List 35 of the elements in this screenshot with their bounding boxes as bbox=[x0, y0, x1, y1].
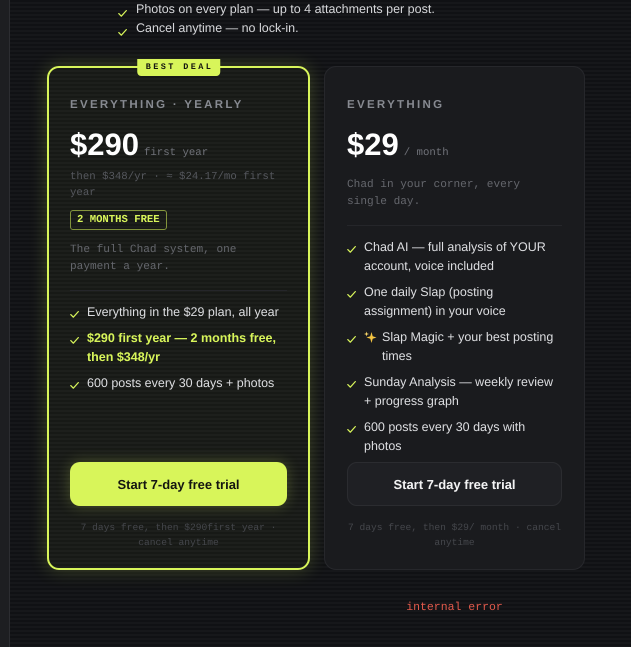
check-icon bbox=[347, 291, 356, 298]
best-deal-badge: BEST DEAL bbox=[136, 59, 220, 76]
trial-button[interactable]: Start 7-day free trial bbox=[347, 462, 562, 506]
price-period: / month bbox=[404, 147, 449, 159]
feature-text: One daily Slap (posting assignment) in your voice bbox=[364, 284, 507, 320]
feature-text: Chad AI — full analysis of YOUR account, voice included bbox=[364, 239, 547, 275]
feature-text: Slap Magic + your best posting times bbox=[382, 329, 554, 365]
feature-text: Everything in the $29 plan, all year bbox=[87, 304, 280, 321]
check-icon bbox=[118, 10, 127, 17]
feature-text: 600 posts every 30 days with photos bbox=[364, 419, 526, 455]
error-message: internal error bbox=[406, 601, 503, 615]
check-icon bbox=[118, 29, 127, 36]
plan-description: Chad in your corner, every single day. bbox=[347, 178, 522, 210]
check-icon bbox=[347, 426, 356, 433]
plan-price: $290 bbox=[70, 127, 139, 163]
perk-text: Cancel anytime — no lock-in. bbox=[136, 20, 299, 37]
price-note: then $348/yr · ≈ $24.17/mo first year bbox=[70, 170, 276, 201]
feature-text: 600 posts every 30 days + photos bbox=[87, 375, 276, 392]
plan-title: EVERYTHING · YEARLY bbox=[70, 98, 245, 112]
months-free-tag: 2 MONTHS FREE bbox=[70, 210, 167, 230]
check-icon bbox=[347, 381, 356, 388]
perk-text: Photos on every plan — up to 4 attachments per post. bbox=[136, 1, 435, 18]
check-icon bbox=[347, 246, 356, 253]
feature-text: Sunday Analysis — weekly review + progress graph bbox=[364, 374, 554, 410]
price-period: first year bbox=[144, 147, 208, 159]
sparkle-icon bbox=[364, 331, 377, 344]
check-icon bbox=[70, 382, 79, 389]
trial-button[interactable]: Start 7-day free trial bbox=[70, 462, 287, 506]
feature-text: $290 first year — 2 months free, then $348/yr bbox=[87, 330, 277, 366]
check-icon bbox=[70, 337, 79, 344]
check-icon bbox=[70, 311, 79, 318]
plan-description: The full Chad system, one payment a year. bbox=[70, 243, 238, 275]
plan-title: EVERYTHING bbox=[347, 98, 446, 112]
check-icon bbox=[347, 336, 356, 343]
plan-price: $29 bbox=[347, 127, 399, 163]
